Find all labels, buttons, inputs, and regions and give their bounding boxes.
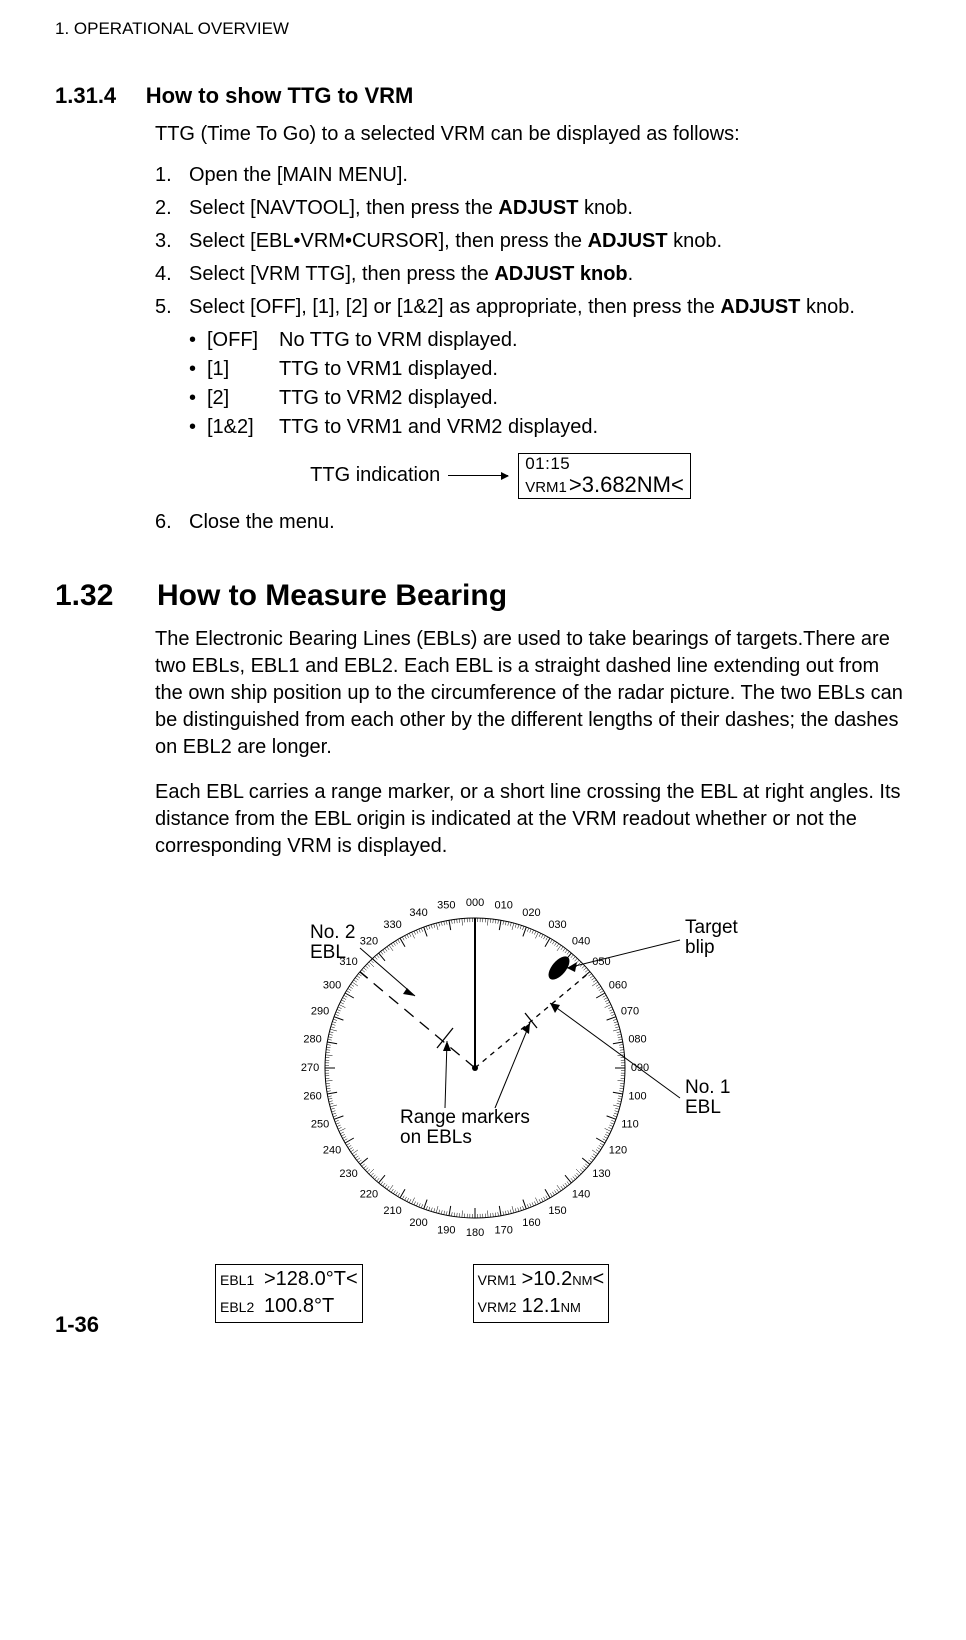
svg-text:260: 260 — [303, 1091, 321, 1103]
svg-text:330: 330 — [383, 919, 401, 931]
readout-boxes: EBL1>128.0°T< EBL2 100.8°T VRM1>10.2NM< … — [215, 1264, 906, 1323]
svg-text:120: 120 — [609, 1145, 627, 1157]
step-6: 6. Close the menu. — [155, 509, 906, 536]
svg-text:070: 070 — [621, 1006, 639, 1018]
ttg-indication-row: TTG indication 01:15 VRM1>3.682NM< — [95, 453, 906, 499]
svg-text:blip: blip — [685, 937, 715, 958]
page-number: 1-36 — [55, 1310, 99, 1340]
step-4: 4. Select [VRM TTG], then press the ADJU… — [155, 261, 906, 288]
radar-figure: 0000100200300400500600700800901001101201… — [155, 878, 906, 1258]
svg-text:280: 280 — [303, 1034, 321, 1046]
ttg-readout-box: 01:15 VRM1>3.682NM< — [518, 453, 691, 499]
label-target-blip: Target — [685, 917, 739, 938]
svg-text:180: 180 — [466, 1227, 484, 1239]
svg-text:040: 040 — [572, 936, 590, 948]
ttg-indication-label: TTG indication — [310, 462, 440, 489]
svg-text:290: 290 — [311, 1006, 329, 1018]
svg-text:210: 210 — [383, 1205, 401, 1217]
paragraph: The Electronic Bearing Lines (EBLs) are … — [155, 626, 906, 761]
svg-text:230: 230 — [339, 1168, 357, 1180]
svg-text:200: 200 — [409, 1217, 427, 1229]
section-1314-heading: 1.31.4 How to show TTG to VRM — [55, 81, 906, 111]
svg-text:080: 080 — [628, 1034, 646, 1046]
section-number: 1.31.4 — [55, 81, 116, 111]
svg-text:350: 350 — [437, 900, 455, 912]
svg-text:110: 110 — [621, 1119, 639, 1131]
option-list: •[OFF]No TTG to VRM displayed. •[1]TTG t… — [189, 327, 906, 441]
svg-text:250: 250 — [311, 1119, 329, 1131]
svg-text:150: 150 — [548, 1205, 566, 1217]
svg-text:130: 130 — [592, 1168, 610, 1180]
label-no1-ebl: No. 1 — [685, 1077, 730, 1098]
svg-text:100: 100 — [628, 1091, 646, 1103]
step-5: 5. Select [OFF], [1], [2] or [1&2] as ap… — [155, 294, 906, 321]
svg-text:340: 340 — [409, 907, 427, 919]
svg-text:140: 140 — [572, 1189, 590, 1201]
paragraph: Each EBL carries a range marker, or a sh… — [155, 779, 906, 860]
section-132-heading: 1.32 How to Measure Bearing — [55, 576, 906, 617]
section-title: How to Measure Bearing — [157, 576, 507, 617]
svg-text:270: 270 — [301, 1062, 319, 1074]
svg-text:170: 170 — [495, 1225, 513, 1237]
svg-text:160: 160 — [522, 1217, 540, 1229]
section-title: How to show TTG to VRM — [146, 81, 414, 111]
svg-text:EBL: EBL — [310, 942, 346, 963]
svg-text:300: 300 — [323, 980, 341, 992]
section-number: 1.32 — [55, 576, 113, 617]
svg-text:320: 320 — [360, 936, 378, 948]
svg-text:010: 010 — [495, 900, 513, 912]
svg-text:EBL: EBL — [685, 1097, 721, 1118]
svg-text:030: 030 — [548, 919, 566, 931]
step-2: 2. Select [NAVTOOL], then press the ADJU… — [155, 195, 906, 222]
svg-text:240: 240 — [323, 1145, 341, 1157]
step-3: 3. Select [EBL•VRM•CURSOR], then press t… — [155, 228, 906, 255]
intro-text: TTG (Time To Go) to a selected VRM can b… — [155, 121, 906, 148]
label-range-markers: Range markers — [400, 1107, 530, 1128]
svg-text:060: 060 — [609, 980, 627, 992]
vrm-readout-box: VRM1>10.2NM< VRM2 12.1NM — [473, 1264, 610, 1323]
chapter-header: 1. OPERATIONAL OVERVIEW — [55, 18, 906, 41]
ebl-readout-box: EBL1>128.0°T< EBL2 100.8°T — [215, 1264, 363, 1323]
step-1: 1. Open the [MAIN MENU]. — [155, 162, 906, 189]
step-list: 1. Open the [MAIN MENU]. 2. Select [NAVT… — [155, 162, 906, 321]
svg-text:220: 220 — [360, 1189, 378, 1201]
label-no2-ebl: No. 2 — [310, 922, 355, 943]
svg-text:000: 000 — [466, 897, 484, 909]
arrow-icon — [448, 475, 508, 476]
svg-text:190: 190 — [437, 1225, 455, 1237]
svg-text:020: 020 — [522, 907, 540, 919]
svg-text:on EBLs: on EBLs — [400, 1127, 472, 1148]
